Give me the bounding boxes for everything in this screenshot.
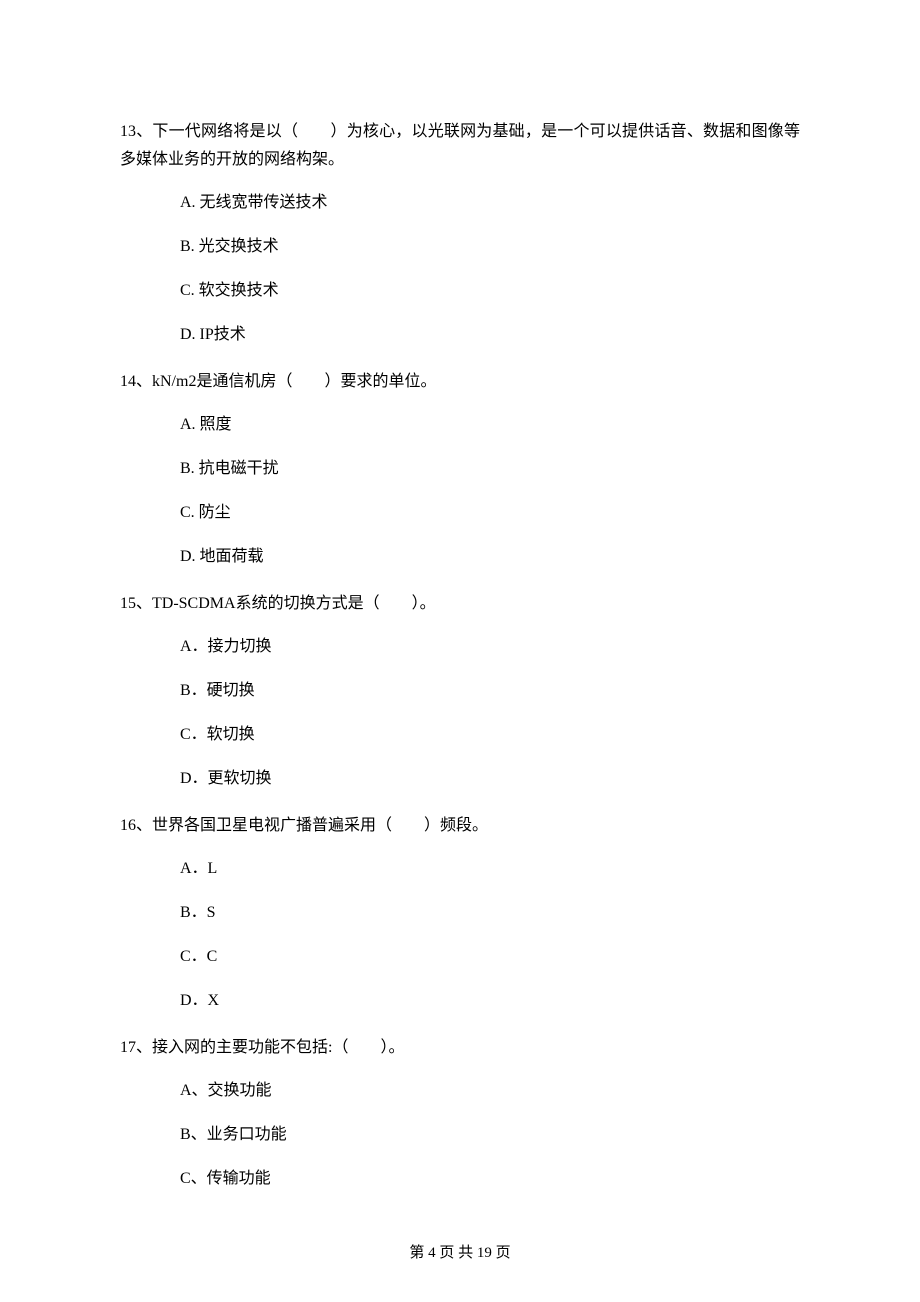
option-d: D．更软切换	[180, 768, 800, 790]
question-14: 14、kN/m2是通信机房（ ）要求的单位。 A. 照度 B. 抗电磁干扰 C.…	[120, 368, 800, 568]
question-17: 17、接入网的主要功能不包括:（ ）。 A、交换功能 B、业务口功能 C、传输功…	[120, 1034, 800, 1190]
option-a: A．L	[180, 858, 800, 880]
page-footer: 第 4 页 共 19 页	[0, 1241, 920, 1262]
options-list: A、交换功能 B、业务口功能 C、传输功能	[120, 1080, 800, 1190]
option-a: A、交换功能	[180, 1080, 800, 1102]
option-a: A. 无线宽带传送技术	[180, 192, 800, 214]
option-c: C. 软交换技术	[180, 280, 800, 302]
options-list: A. 照度 B. 抗电磁干扰 C. 防尘 D. 地面荷载	[120, 414, 800, 568]
question-text: 14、kN/m2是通信机房（ ）要求的单位。	[120, 368, 800, 396]
option-b: B. 光交换技术	[180, 236, 800, 258]
question-text: 16、世界各国卫星电视广播普遍采用（ ）频段。	[120, 812, 800, 840]
option-c: C．C	[180, 946, 800, 968]
option-c: C、传输功能	[180, 1168, 800, 1190]
option-a: A．接力切换	[180, 636, 800, 658]
document-page: 13、下一代网络将是以（ ）为核心，以光联网为基础，是一个可以提供话音、数据和图…	[0, 0, 920, 1302]
option-b: B．S	[180, 902, 800, 924]
options-list: A．L B．S C．C D．X	[120, 858, 800, 1012]
option-d: D. IP技术	[180, 324, 800, 346]
options-list: A．接力切换 B．硬切换 C．软切换 D．更软切换	[120, 636, 800, 790]
option-b: B、业务口功能	[180, 1124, 800, 1146]
option-b: B．硬切换	[180, 680, 800, 702]
question-text: 15、TD-SCDMA系统的切换方式是（ ）。	[120, 590, 800, 618]
option-d: D. 地面荷载	[180, 546, 800, 568]
options-list: A. 无线宽带传送技术 B. 光交换技术 C. 软交换技术 D. IP技术	[120, 192, 800, 346]
option-c: C. 防尘	[180, 502, 800, 524]
question-16: 16、世界各国卫星电视广播普遍采用（ ）频段。 A．L B．S C．C D．X	[120, 812, 800, 1012]
question-text: 13、下一代网络将是以（ ）为核心，以光联网为基础，是一个可以提供话音、数据和图…	[120, 118, 800, 174]
question-15: 15、TD-SCDMA系统的切换方式是（ ）。 A．接力切换 B．硬切换 C．软…	[120, 590, 800, 790]
option-c: C．软切换	[180, 724, 800, 746]
question-text: 17、接入网的主要功能不包括:（ ）。	[120, 1034, 800, 1062]
option-a: A. 照度	[180, 414, 800, 436]
option-d: D．X	[180, 990, 800, 1012]
question-13: 13、下一代网络将是以（ ）为核心，以光联网为基础，是一个可以提供话音、数据和图…	[120, 118, 800, 346]
option-b: B. 抗电磁干扰	[180, 458, 800, 480]
